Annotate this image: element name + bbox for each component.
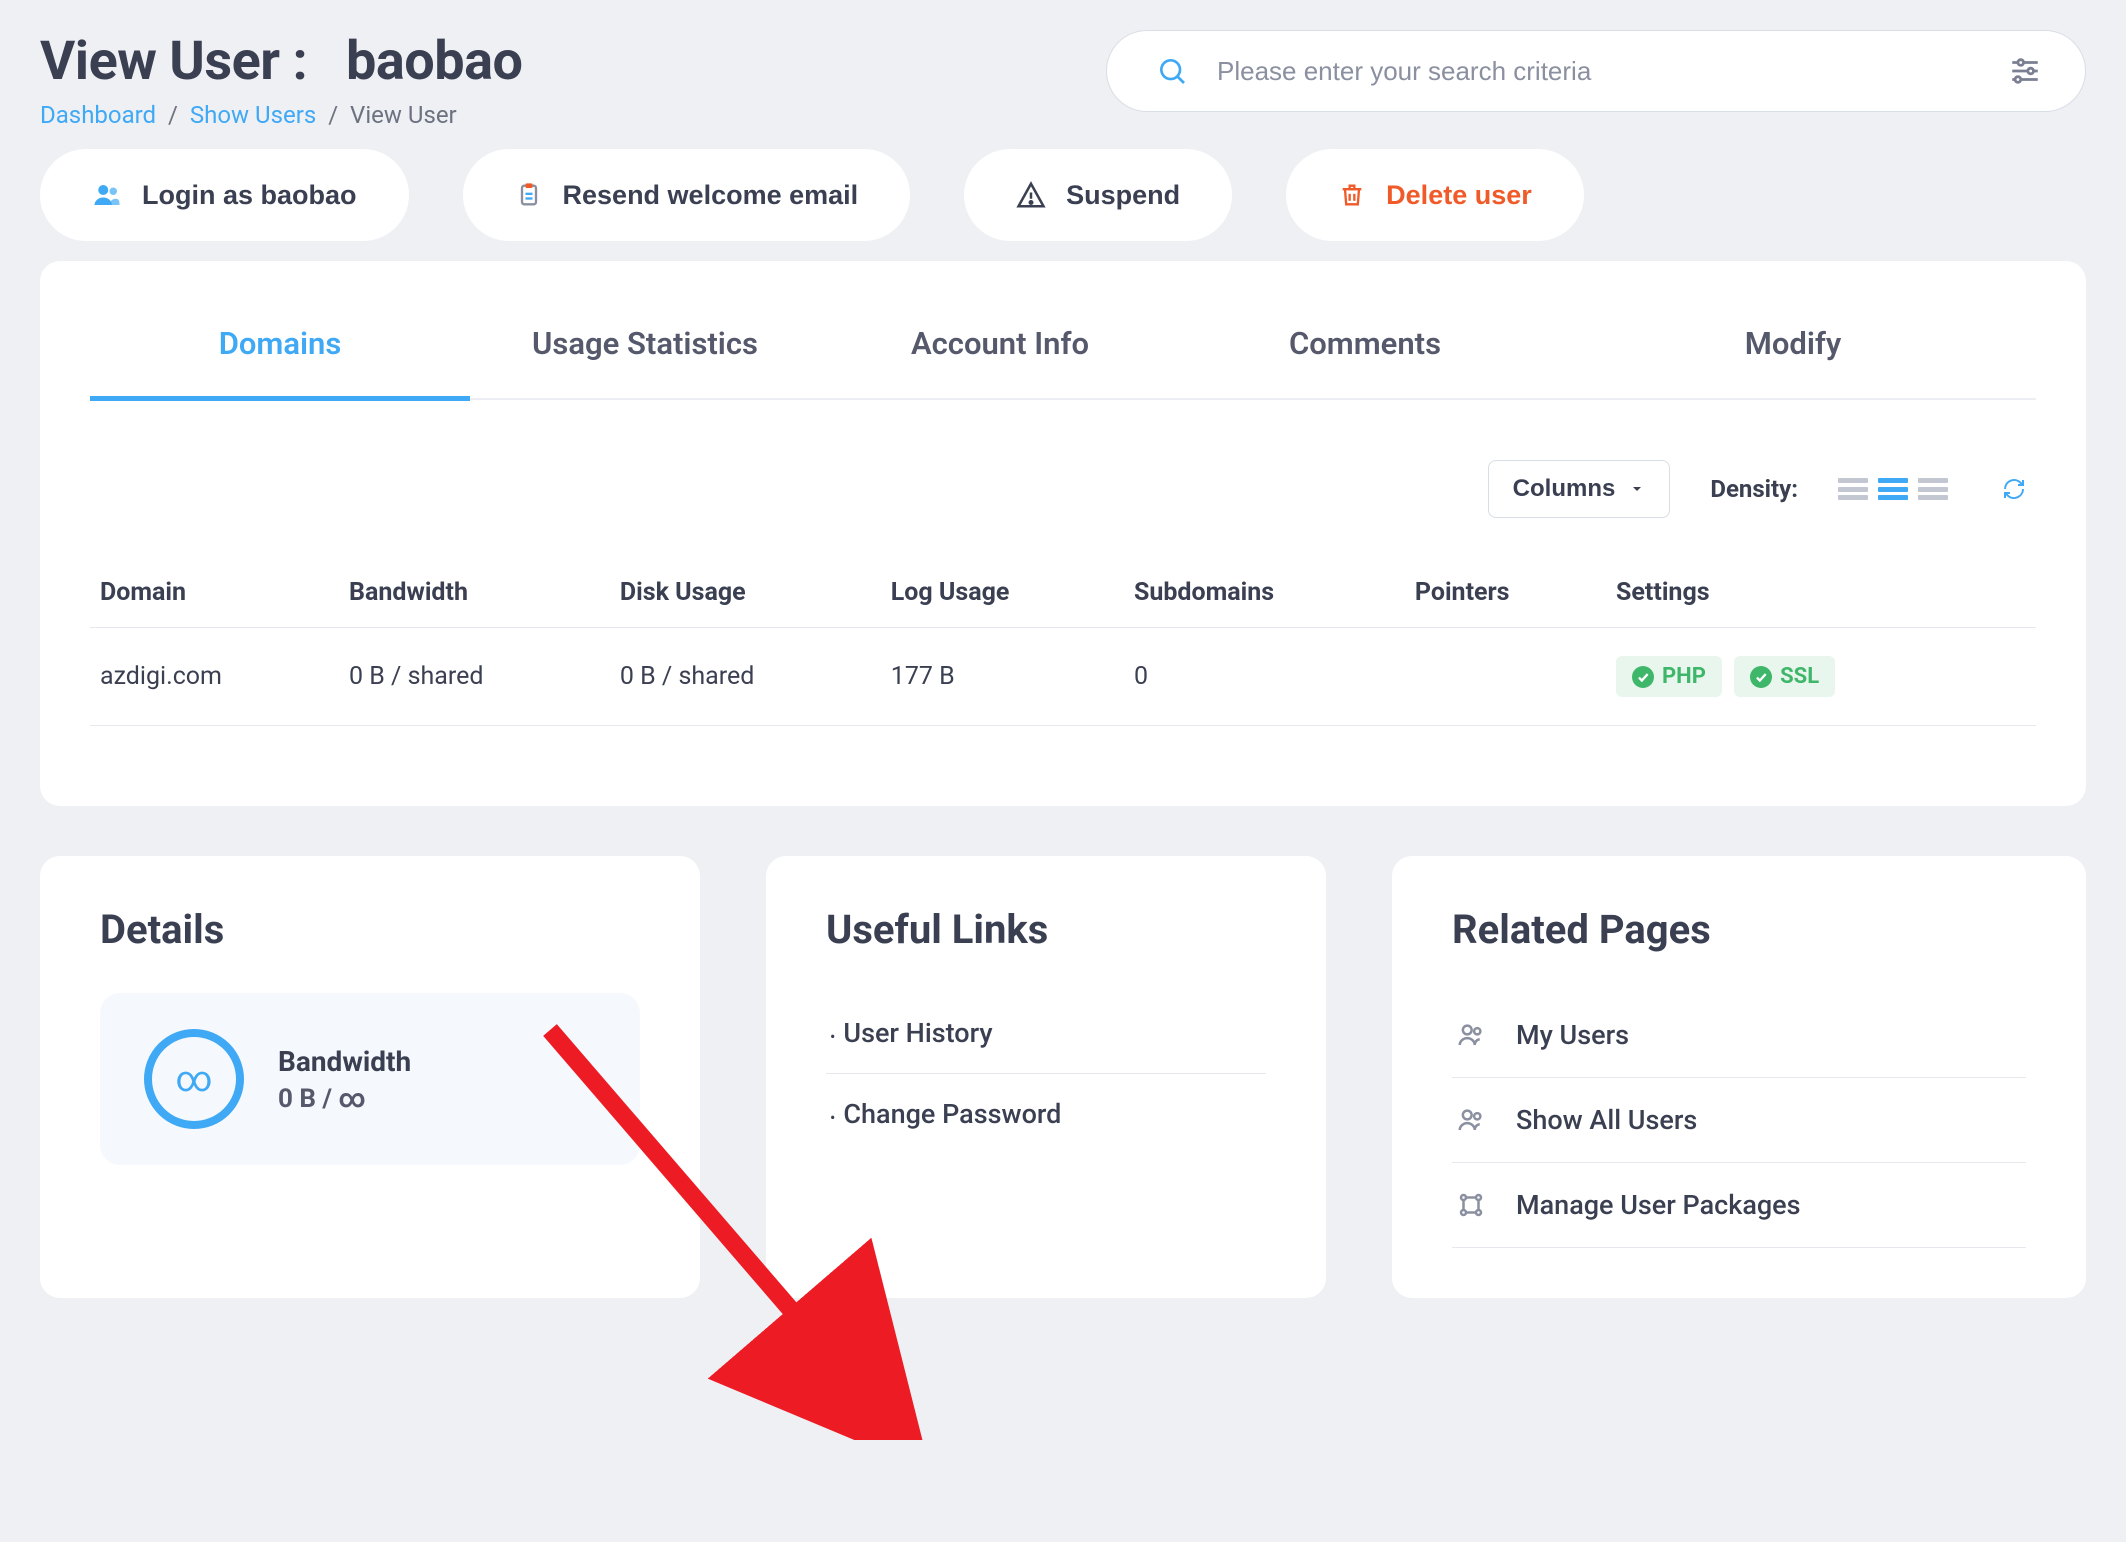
tab-account-info[interactable]: Account Info	[820, 301, 1180, 398]
density-comfortable[interactable]	[1918, 478, 1948, 500]
warning-icon	[1016, 180, 1046, 210]
list-item: My Users	[1452, 993, 2026, 1078]
delete-user-label: Delete user	[1386, 180, 1532, 211]
link-user-history[interactable]: User History	[843, 1017, 992, 1049]
cell-log: 177 B	[881, 628, 1124, 726]
details-title: Details	[100, 906, 640, 953]
link-my-users[interactable]: My Users	[1516, 1019, 1629, 1051]
cell-settings: PHP SSL	[1606, 628, 2036, 726]
cell-bandwidth: 0 B / shared	[339, 628, 610, 726]
breadcrumb-dashboard[interactable]: Dashboard	[40, 101, 156, 129]
users-icon	[92, 180, 122, 210]
useful-links-title: Useful Links	[826, 906, 1266, 953]
list-item: •User History	[826, 993, 1266, 1074]
check-icon	[1632, 666, 1654, 688]
useful-links-card: Useful Links •User History •Change Passw…	[766, 856, 1326, 1298]
th-bandwidth[interactable]: Bandwidth	[339, 558, 610, 628]
details-card: Details ∞ Bandwidth 0 B / ∞	[40, 856, 700, 1298]
th-settings[interactable]: Settings	[1606, 558, 2036, 628]
list-item: Manage User Packages	[1452, 1163, 2026, 1248]
check-icon	[1750, 666, 1772, 688]
link-show-all-users[interactable]: Show All Users	[1516, 1104, 1697, 1136]
link-change-password[interactable]: Change Password	[843, 1098, 1061, 1130]
suspend-button[interactable]: Suspend	[964, 149, 1232, 241]
domains-table: Domain Bandwidth Disk Usage Log Usage Su…	[90, 558, 2036, 726]
tab-usage-statistics[interactable]: Usage Statistics	[470, 301, 820, 398]
filters-icon[interactable]	[2008, 54, 2042, 88]
link-manage-user-packages[interactable]: Manage User Packages	[1516, 1189, 1801, 1221]
th-domain[interactable]: Domain	[90, 558, 339, 628]
bandwidth-value: 0 B / ∞	[278, 1084, 411, 1114]
resend-email-label: Resend welcome email	[563, 180, 859, 211]
related-pages-title: Related Pages	[1452, 906, 2026, 953]
list-item: Show All Users	[1452, 1078, 2026, 1163]
cell-disk: 0 B / shared	[610, 628, 881, 726]
page-title: View User : baobao	[40, 30, 523, 93]
related-pages-card: Related Pages My Users Show All Users Ma…	[1392, 856, 2086, 1298]
tab-modify[interactable]: Modify	[1550, 301, 2036, 398]
breadcrumb: Dashboard / Show Users / View User	[40, 101, 523, 129]
login-as-button[interactable]: Login as baobao	[40, 149, 409, 241]
th-disk[interactable]: Disk Usage	[610, 558, 881, 628]
cell-pointers	[1405, 628, 1606, 726]
cell-subdomains: 0	[1124, 628, 1405, 726]
login-as-label: Login as baobao	[142, 180, 357, 211]
th-subdomains[interactable]: Subdomains	[1124, 558, 1405, 628]
tab-domains[interactable]: Domains	[90, 301, 470, 401]
delete-user-button[interactable]: Delete user	[1286, 149, 1584, 241]
th-log[interactable]: Log Usage	[881, 558, 1124, 628]
refresh-icon[interactable]	[2002, 477, 2026, 501]
users-icon	[1456, 1020, 1490, 1050]
list-item: •Change Password	[826, 1074, 1266, 1154]
breadcrumb-show-users[interactable]: Show Users	[190, 101, 316, 129]
search-input[interactable]	[1106, 30, 2086, 112]
resend-email-button[interactable]: Resend welcome email	[463, 149, 911, 241]
trash-icon	[1338, 181, 1366, 209]
domains-panel: Domains Usage Statistics Account Info Co…	[40, 261, 2086, 806]
table-row: azdigi.com 0 B / shared 0 B / shared 177…	[90, 628, 2036, 726]
tab-comments[interactable]: Comments	[1180, 301, 1550, 398]
density-label: Density:	[1710, 475, 1798, 503]
density-normal[interactable]	[1878, 478, 1908, 500]
badge-php[interactable]: PHP	[1616, 656, 1722, 697]
cell-domain[interactable]: azdigi.com	[90, 628, 339, 726]
density-compact[interactable]	[1838, 478, 1868, 500]
badge-ssl[interactable]: SSL	[1734, 656, 1835, 697]
packages-icon	[1456, 1190, 1490, 1220]
clipboard-icon	[515, 181, 543, 209]
caret-down-icon	[1629, 481, 1645, 497]
columns-button[interactable]: Columns	[1488, 460, 1671, 518]
infinity-icon: ∞	[144, 1029, 244, 1129]
tab-bar: Domains Usage Statistics Account Info Co…	[90, 301, 2036, 400]
suspend-label: Suspend	[1066, 180, 1180, 211]
search-icon	[1156, 55, 1188, 87]
breadcrumb-current: View User	[350, 101, 457, 129]
th-pointers[interactable]: Pointers	[1405, 558, 1606, 628]
users-icon	[1456, 1105, 1490, 1135]
bandwidth-label: Bandwidth	[278, 1045, 411, 1078]
